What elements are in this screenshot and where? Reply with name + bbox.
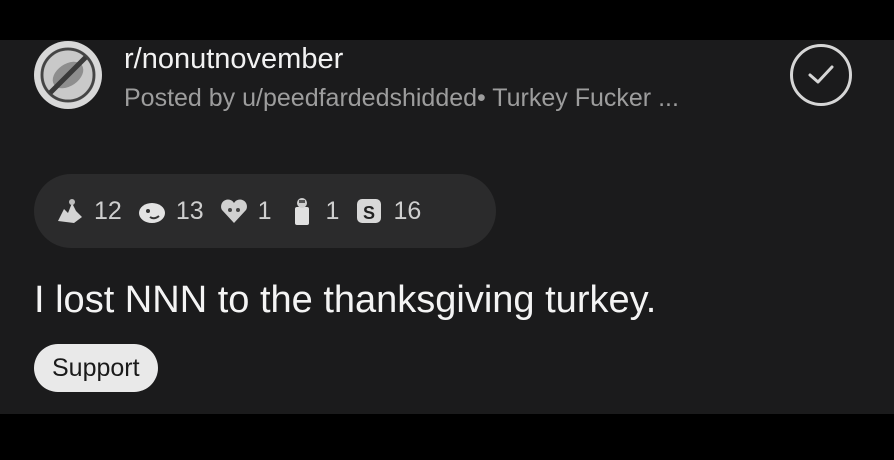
award-count: 13 <box>175 196 204 225</box>
award-item[interactable]: 1 <box>286 195 340 227</box>
heart-award-icon <box>218 195 250 227</box>
post-flair[interactable]: Support <box>34 344 158 392</box>
subreddit-avatar[interactable] <box>34 41 102 109</box>
svg-text:S: S <box>363 203 375 223</box>
face-award-icon <box>136 195 168 227</box>
figure-award-icon <box>286 195 318 227</box>
no-peanut-icon <box>40 47 96 103</box>
award-item[interactable]: 13 <box>136 195 204 227</box>
post-meta[interactable]: Posted by u/peedfardedshidded• Turkey Fu… <box>124 83 679 113</box>
subreddit-name[interactable]: r/nonutnovember <box>124 42 343 76</box>
post-header: r/nonutnovember Posted by u/peedfardedsh… <box>34 40 864 120</box>
award-item[interactable]: S 16 <box>353 195 421 227</box>
post-title[interactable]: I lost NNN to the thanksgiving turkey. <box>34 277 656 323</box>
award-count: 16 <box>393 196 422 225</box>
coin-award-icon: S <box>353 195 385 227</box>
awards-bar[interactable]: 12 13 1 1 S 16 <box>34 174 496 248</box>
checkmark-icon <box>808 65 834 84</box>
award-count: 1 <box>257 196 272 225</box>
award-item[interactable]: 1 <box>218 195 272 227</box>
hands-award-icon <box>54 195 86 227</box>
joined-button[interactable] <box>790 44 852 106</box>
award-item[interactable]: 12 <box>54 195 122 227</box>
award-count: 12 <box>94 196 122 225</box>
award-count: 1 <box>325 196 340 225</box>
